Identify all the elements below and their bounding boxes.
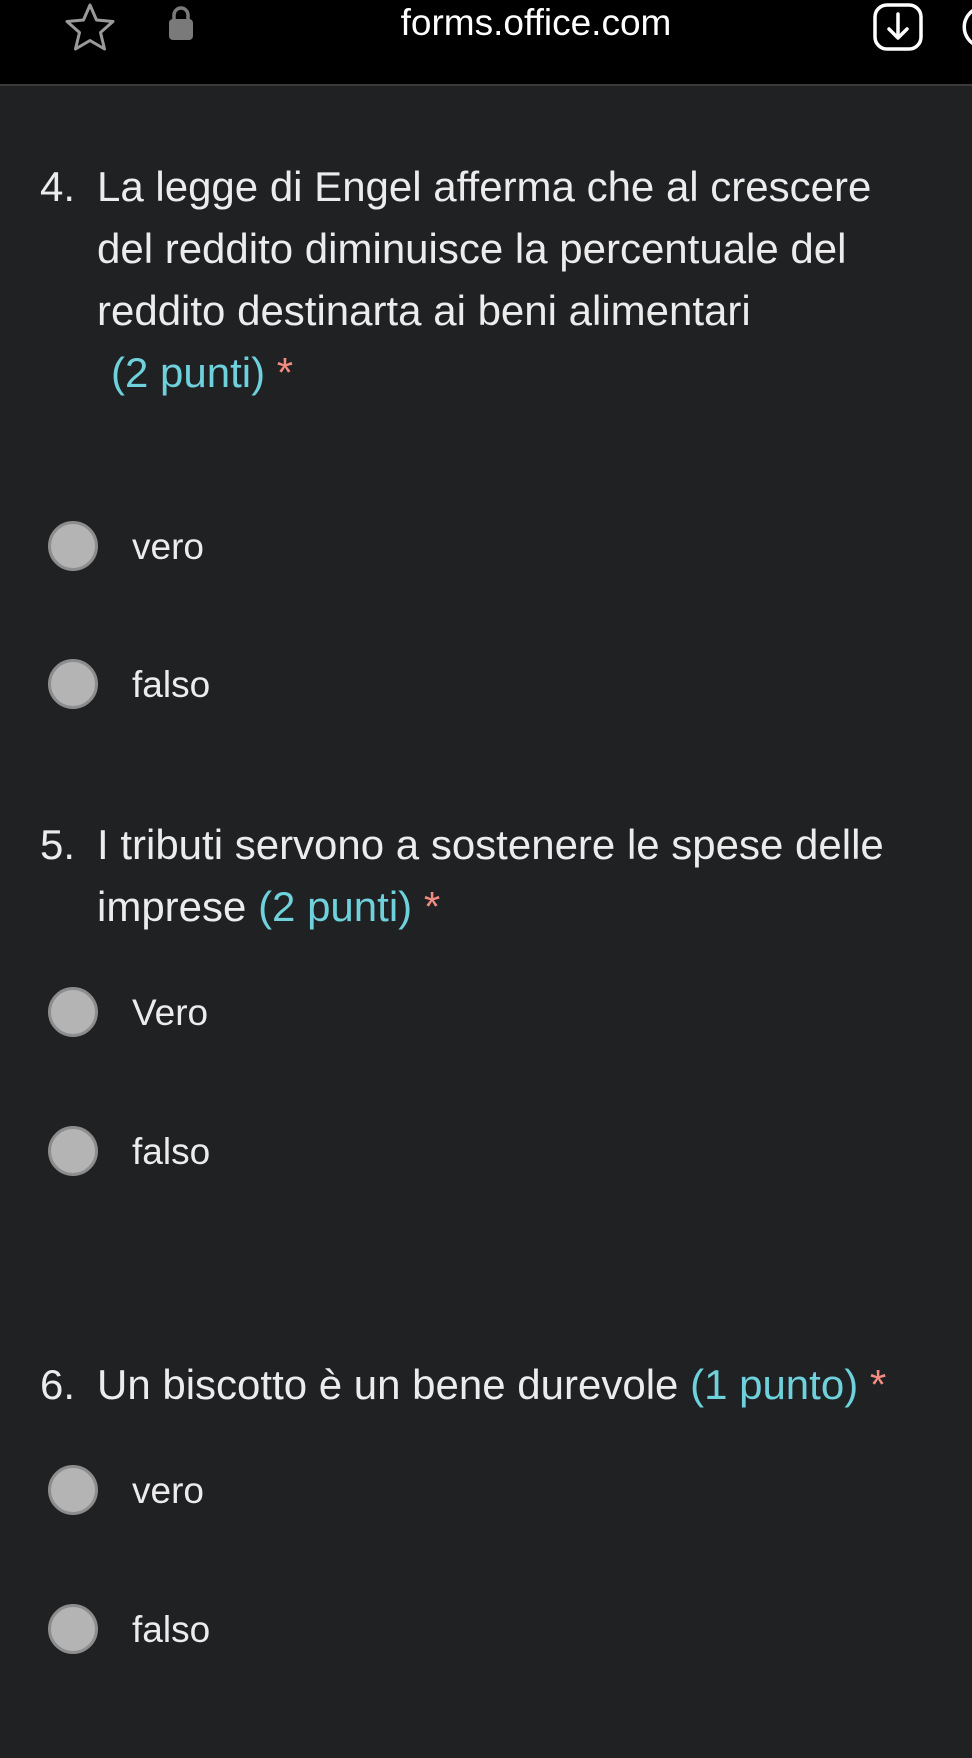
question-line: I tributi servono a sostenere le spese d… — [97, 821, 884, 868]
points-label: (2 punti) — [111, 349, 266, 396]
option-falso[interactable]: falso — [46, 1601, 946, 1661]
radio-button[interactable] — [48, 1465, 98, 1515]
radio-button[interactable] — [48, 659, 98, 709]
url-bar[interactable]: forms.office.com — [0, 0, 972, 46]
question-line: del reddito diminuisce la percentuale de… — [97, 225, 847, 272]
option-label: falso — [132, 664, 211, 705]
points-label: (2 punti) — [258, 883, 413, 930]
question-text: Un biscotto è un bene durevole (1 punto)… — [97, 1354, 972, 1416]
option-label: vero — [132, 526, 204, 567]
question-text: I tributi servono a sostenere le spese d… — [97, 814, 972, 938]
required-marker: * — [423, 883, 441, 930]
radio-button[interactable] — [48, 987, 98, 1037]
form-content: 4. La legge di Engel afferma che al cres… — [0, 86, 972, 1758]
radio-button[interactable] — [48, 1126, 98, 1176]
option-vero[interactable]: Vero — [46, 984, 946, 1044]
question-line: reddito destinarta ai beni alimentari — [97, 287, 751, 334]
points-label: (1 punto) — [690, 1361, 859, 1408]
download-icon[interactable] — [872, 2, 924, 52]
option-falso[interactable]: falso — [46, 1123, 946, 1183]
option-label: falso — [132, 1131, 211, 1172]
question-line: Un biscotto è un bene durevole — [97, 1361, 679, 1408]
required-marker: * — [869, 1361, 887, 1408]
option-vero[interactable]: vero — [46, 518, 946, 578]
radio-button[interactable] — [48, 521, 98, 571]
radio-button[interactable] — [48, 1604, 98, 1654]
option-vero[interactable]: vero — [46, 1462, 946, 1522]
option-label: falso — [132, 1609, 211, 1650]
option-label: Vero — [132, 992, 209, 1033]
browser-toolbar: forms.office.com — [0, 0, 972, 86]
option-falso[interactable]: falso — [46, 656, 946, 716]
question-number: 6. — [40, 1361, 76, 1408]
question-line: La legge di Engel afferma che al crescer… — [97, 163, 872, 210]
required-marker: * — [276, 349, 294, 396]
option-label: vero — [132, 1470, 204, 1511]
question-line: imprese — [97, 883, 247, 930]
question-number: 5. — [40, 821, 76, 868]
menu-icon[interactable] — [960, 4, 972, 50]
question-text: La legge di Engel afferma che al crescer… — [97, 156, 972, 404]
question-number: 4. — [40, 163, 76, 210]
